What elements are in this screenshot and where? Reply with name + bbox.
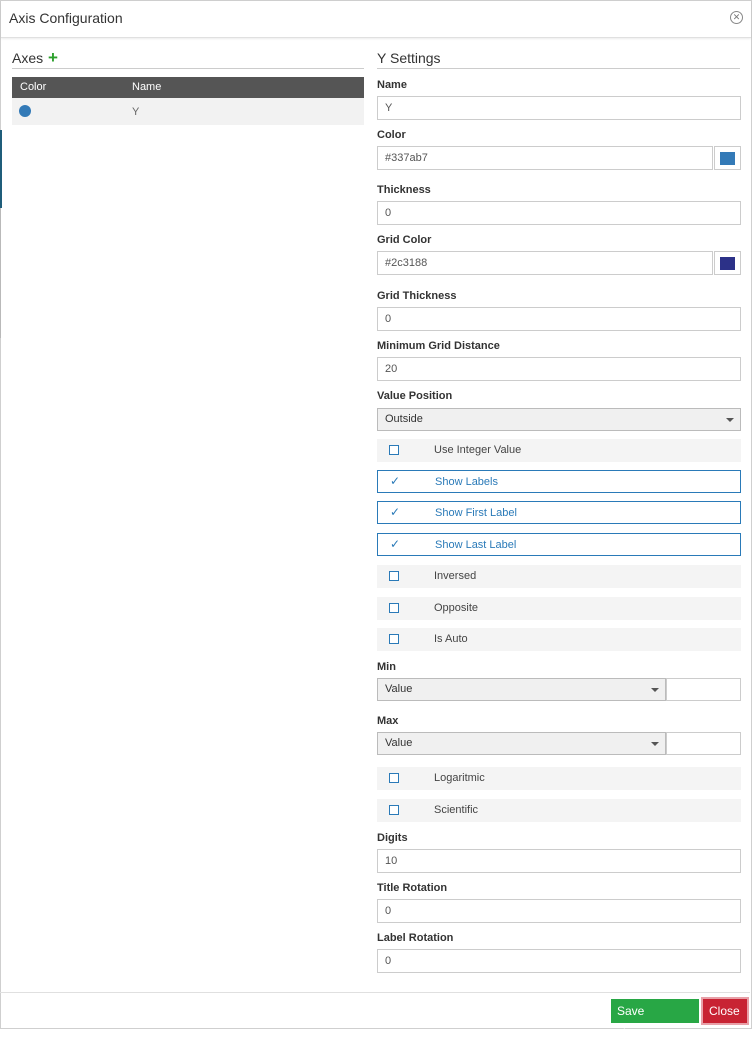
axis-name-cell: Y: [132, 106, 140, 118]
checkbox-box-icon: [389, 634, 399, 644]
show-last-label-checkbox[interactable]: ✓ Show Last Label: [377, 533, 741, 556]
label-rotation-label: Label Rotation: [377, 932, 454, 944]
dialog-title: Axis Configuration: [9, 10, 123, 26]
dialog-header: Axis Configuration ✕: [1, 1, 751, 38]
title-rotation-input[interactable]: 0: [377, 899, 741, 923]
grid-thickness-input[interactable]: 0: [377, 307, 741, 331]
color-label: Color: [377, 129, 406, 141]
thickness-label: Thickness: [377, 184, 431, 196]
min-grid-distance-input[interactable]: 20: [377, 357, 741, 381]
background-edge-2: [0, 208, 1, 338]
close-button[interactable]: Close: [703, 999, 747, 1023]
digits-label: Digits: [377, 832, 408, 844]
save-changes-button[interactable]: Save changes: [611, 999, 699, 1040]
column-header-name: Name: [132, 81, 162, 93]
close-icon[interactable]: ✕: [730, 11, 743, 24]
column-header-color: Color: [20, 81, 47, 93]
chevron-down-icon: [651, 742, 659, 746]
name-label: Name: [377, 79, 407, 91]
thickness-input[interactable]: 0: [377, 201, 741, 225]
background-edge: [0, 130, 2, 208]
scientific-checkbox[interactable]: Scientific: [377, 799, 741, 822]
min-value-input[interactable]: [666, 678, 741, 701]
checkbox-box-icon: [389, 773, 399, 783]
checkbox-label: Inversed: [434, 570, 477, 582]
color-input[interactable]: #337ab7: [377, 146, 713, 170]
checkbox-label: Show First Label: [435, 507, 517, 519]
color-picker-button[interactable]: [714, 146, 741, 170]
grid-color-swatch: [720, 257, 735, 270]
inversed-checkbox[interactable]: Inversed: [377, 565, 741, 588]
grid-thickness-label: Grid Thickness: [377, 290, 457, 302]
min-label: Min: [377, 661, 396, 673]
axes-table: Color Name Y: [12, 77, 364, 125]
min-grid-distance-label: Minimum Grid Distance: [377, 340, 500, 352]
name-input[interactable]: Y: [377, 96, 741, 120]
opposite-checkbox[interactable]: Opposite: [377, 597, 741, 620]
is-auto-checkbox[interactable]: Is Auto: [377, 628, 741, 651]
title-rotation-label: Title Rotation: [377, 882, 448, 894]
label-rotation-input[interactable]: 0: [377, 949, 741, 973]
digits-input[interactable]: 10: [377, 849, 741, 873]
checkbox-label: Opposite: [434, 602, 479, 614]
max-value-input[interactable]: [666, 732, 741, 755]
chevron-down-icon: [726, 418, 734, 422]
checkbox-box-icon: [389, 571, 399, 581]
max-mode-select[interactable]: Value: [377, 732, 666, 755]
checkbox-box-icon: [389, 603, 399, 613]
logaritmic-checkbox[interactable]: Logaritmic: [377, 767, 741, 790]
grid-color-picker-button[interactable]: [714, 251, 741, 275]
checkmark-icon: ✓: [390, 537, 401, 551]
max-mode-selected: Value: [385, 737, 413, 749]
axis-color-dot: [19, 105, 31, 117]
checkbox-label: Show Labels: [435, 476, 498, 488]
axes-section-header: Axes +: [12, 48, 364, 69]
color-swatch: [720, 152, 735, 165]
value-position-selected: Outside: [385, 413, 423, 425]
value-position-label: Value Position: [377, 390, 453, 402]
checkmark-icon: ✓: [390, 474, 401, 488]
axes-heading: Axes: [12, 50, 44, 66]
use-integer-value-checkbox[interactable]: Use Integer Value: [377, 439, 741, 462]
table-row[interactable]: Y: [12, 98, 364, 125]
dialog-footer: Save changes Close: [0, 992, 750, 1040]
checkbox-box-icon: [389, 445, 399, 455]
show-first-label-checkbox[interactable]: ✓ Show First Label: [377, 501, 741, 524]
min-mode-select[interactable]: Value: [377, 678, 666, 701]
checkbox-label: Show Last Label: [435, 539, 517, 551]
checkbox-box-icon: [389, 805, 399, 815]
checkbox-label: Use Integer Value: [434, 444, 522, 456]
checkbox-label: Is Auto: [434, 633, 468, 645]
settings-heading: Y Settings: [377, 50, 441, 66]
checkbox-label: Scientific: [434, 804, 479, 816]
grid-color-label: Grid Color: [377, 234, 432, 246]
value-position-select[interactable]: Outside: [377, 408, 741, 431]
max-label: Max: [377, 715, 399, 727]
axes-table-header: Color Name: [12, 77, 364, 98]
min-mode-selected: Value: [385, 683, 413, 695]
add-axis-icon[interactable]: +: [48, 48, 58, 68]
checkmark-icon: ✓: [390, 505, 401, 519]
show-labels-checkbox[interactable]: ✓ Show Labels: [377, 470, 741, 493]
chevron-down-icon: [651, 688, 659, 692]
checkbox-label: Logaritmic: [434, 772, 485, 784]
grid-color-input[interactable]: #2c3188: [377, 251, 713, 275]
settings-section-header: Y Settings: [377, 48, 740, 69]
